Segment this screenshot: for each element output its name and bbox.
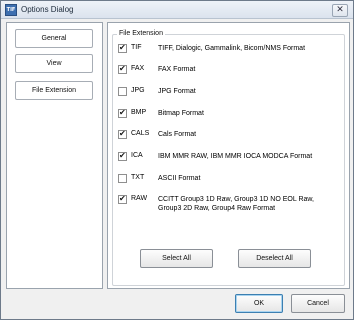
checkmark-icon: ✔ [119,108,126,117]
ext-row-jpg[interactable]: JPG JPG Format [118,86,343,98]
ext-row-bmp[interactable]: ✔ BMP Bitmap Format [118,108,343,120]
ext-row-txt[interactable]: TXT ASCII Format [118,173,343,185]
close-button[interactable]: ✕ [332,4,348,17]
ext-row-cals[interactable]: ✔ CALS Cals Format [118,129,343,141]
ext-description: JPG Format [158,88,196,95]
ext-description: Bitmap Format [158,110,204,117]
checkbox-fax[interactable]: ✔ [118,64,127,74]
ext-row-tif[interactable]: ✔ TIF TIFF, Dialogic, Gammalink, Bicom/N… [118,43,343,55]
ext-code: CALS [131,130,150,137]
ext-code: JPG [131,87,145,94]
ext-description: IBM MMR RAW, IBM MMR IOCA MODCA Format [158,153,313,160]
ext-description: Cals Format [158,131,197,138]
group-legend: File Extension [117,30,165,37]
cancel-button[interactable]: Cancel [291,294,345,313]
ext-description: FAX Format [158,66,196,73]
checkbox-txt[interactable] [118,174,127,183]
checkbox-ica[interactable]: ✔ [118,151,127,161]
title-bar[interactable]: TIF Options Dialog ✕ [1,1,353,19]
options-dialog-window: TIF Options Dialog ✕ General View File E… [0,0,354,320]
app-icon: TIF [5,4,17,16]
nav-view-button[interactable]: View [15,54,93,73]
checkmark-icon: ✔ [119,194,126,203]
ext-code: FAX [131,65,145,72]
ext-row-fax[interactable]: ✔ FAX FAX Format [118,64,343,76]
ext-row-ica[interactable]: ✔ ICA IBM MMR RAW, IBM MMR IOCA MODCA Fo… [118,151,343,163]
ext-code: RAW [131,195,148,202]
ext-code: TIF [131,44,142,51]
ext-row-raw[interactable]: ✔ RAW CCITT Group3 1D Raw, Group3 1D NO … [118,194,343,224]
nav-panel: General View File Extension [6,22,103,289]
ext-description: TIFF, Dialogic, Gammalink, Bicom/NMS For… [158,45,306,52]
checkmark-icon: ✔ [119,43,126,52]
file-extension-group: File Extension ✔ TIF TIFF, Dialogic, Gam… [112,30,345,286]
deselect-all-button[interactable]: Deselect All [238,249,311,268]
checkbox-cals[interactable]: ✔ [118,129,127,139]
ok-button[interactable]: OK [235,294,283,313]
nav-general-button[interactable]: General [15,29,93,48]
checkbox-raw[interactable]: ✔ [118,194,127,204]
settings-panel: File Extension ✔ TIF TIFF, Dialogic, Gam… [107,22,350,289]
ext-code: BMP [131,109,147,116]
select-all-button[interactable]: Select All [140,249,213,268]
checkmark-icon: ✔ [119,129,126,138]
window-title: Options Dialog [21,5,74,14]
checkmark-icon: ✔ [119,64,126,73]
checkmark-icon: ✔ [119,151,126,160]
checkbox-bmp[interactable]: ✔ [118,108,127,118]
ext-description: CCITT Group3 1D Raw, Group3 1D NO EOL Ra… [158,196,315,212]
ext-code: ICA [131,152,143,159]
nav-file-extension-button[interactable]: File Extension [15,81,93,100]
checkbox-tif[interactable]: ✔ [118,43,127,53]
ext-description: ASCII Format [158,175,201,182]
checkbox-jpg[interactable] [118,87,127,96]
ext-code: TXT [131,174,145,181]
